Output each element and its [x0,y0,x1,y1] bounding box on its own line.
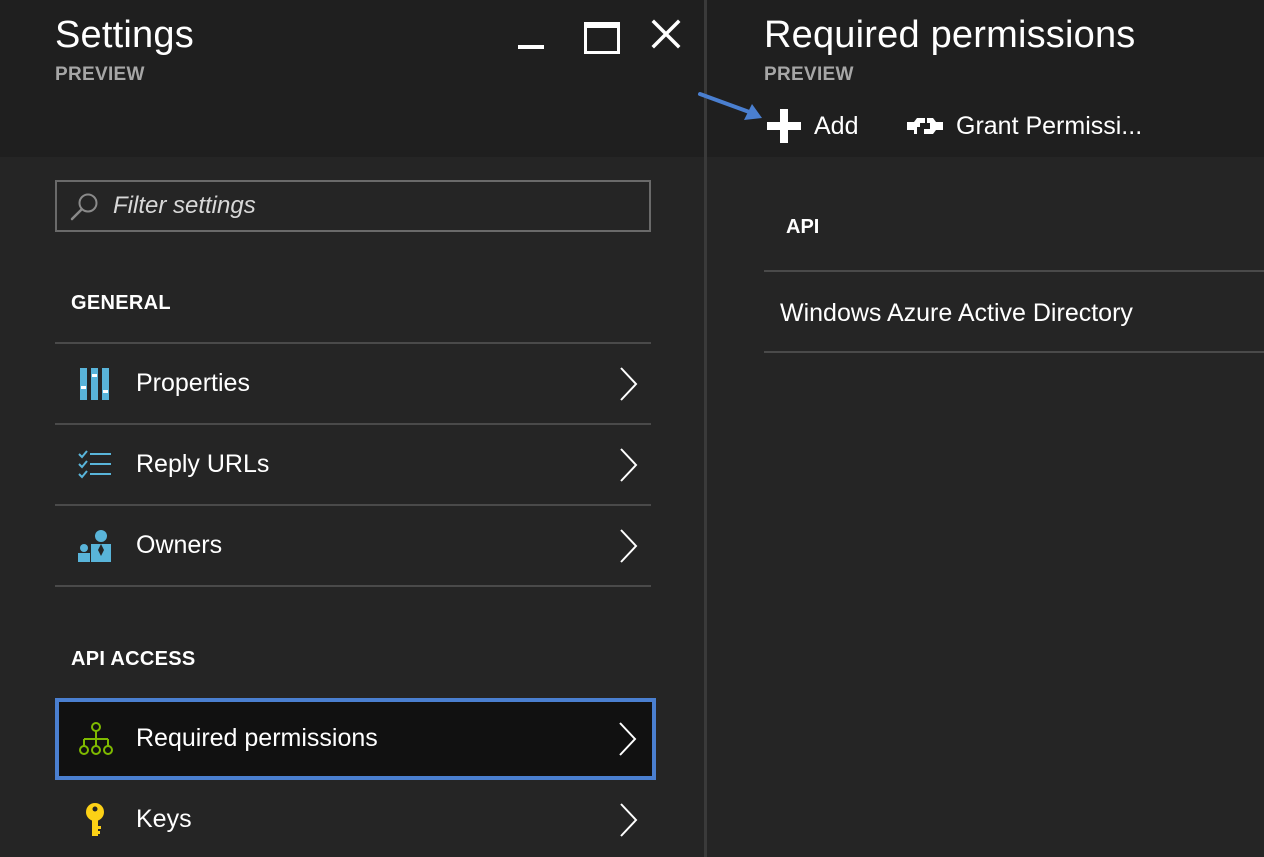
chevron-right-icon [620,803,638,837]
chevron-right-icon [620,448,638,482]
filter-settings-box[interactable] [55,180,651,232]
table-row[interactable]: Windows Azure Active Directory [764,272,1264,353]
api-name-cell: Windows Azure Active Directory [780,299,1133,327]
menu-item-reply-urls[interactable]: Reply URLs [55,425,651,506]
grant-permissions-label: Grant Permissi... [956,111,1143,140]
annotation-arrow-icon [698,92,762,120]
permissions-subtitle: PREVIEW [764,64,854,85]
key-icon [86,803,104,836]
section-label-general: GENERAL [71,292,171,314]
menu-item-label: Required permissions [136,724,378,752]
plus-icon [767,109,801,143]
api-column-header[interactable]: API [764,210,1264,272]
minimize-icon[interactable] [514,18,550,54]
hierarchy-icon [79,722,113,755]
menu-item-label: Reply URLs [136,450,270,478]
chevron-right-icon [620,367,638,401]
search-icon [70,193,98,221]
close-icon[interactable] [650,18,686,54]
settings-blade-header: Settings PREVIEW [0,0,704,157]
owners-icon [78,530,111,562]
menu-item-required-permissions[interactable]: Required permissions [55,698,656,780]
menu-item-label: Owners [136,531,223,559]
checklist-icon [78,450,111,479]
permissions-title: Required permissions [764,14,1136,56]
chevron-right-icon [619,722,637,756]
menu-item-keys[interactable]: Keys [55,780,651,857]
filter-settings-input[interactable] [113,186,633,226]
menu-item-label: Keys [136,805,192,833]
api-column-header-label: API [786,216,820,238]
section-label-api-access: API ACCESS [71,648,196,670]
add-button-label: Add [814,111,859,140]
grant-permissions-button[interactable]: Grant Permissi... [906,106,1142,146]
maximize-icon[interactable] [581,18,620,54]
add-button[interactable]: Add [766,106,858,146]
menu-item-properties[interactable]: Properties [55,342,651,425]
grant-icon [907,118,943,134]
properties-icon [80,368,109,400]
menu-item-owners[interactable]: Owners [55,506,651,587]
settings-title: Settings [55,14,194,56]
settings-subtitle: PREVIEW [55,64,145,85]
chevron-right-icon [620,529,638,563]
settings-blade: Settings PREVIEW GENERAL Properties [0,0,704,857]
menu-item-label: Properties [136,369,250,397]
